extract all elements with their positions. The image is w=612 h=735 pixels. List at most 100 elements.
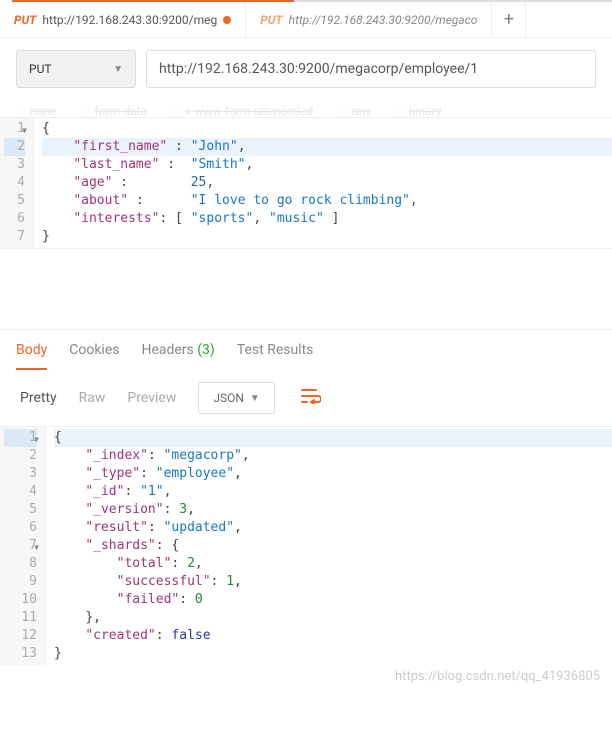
code-token: "megacorp" (164, 448, 242, 463)
code-line[interactable]: "successful": 1, (54, 573, 612, 591)
code-line[interactable]: "_shards": { (54, 537, 612, 555)
body-type-option[interactable]: form-data (80, 104, 147, 115)
code-token (54, 519, 85, 537)
chevron-down-icon: ▼ (113, 64, 123, 75)
code-token: } (42, 229, 50, 244)
code-line[interactable]: "about" : "I love to go rock climbing", (42, 192, 612, 210)
code-token: false (171, 628, 210, 643)
view-mode-raw[interactable]: Raw (75, 382, 110, 414)
code-token: , (238, 139, 246, 154)
code-line[interactable]: "_id": "1", (54, 483, 612, 501)
code-token (54, 591, 117, 609)
code-token: "_type" (85, 466, 140, 481)
code-area[interactable]: { "first_name" : "John", "last_name" : "… (34, 118, 612, 248)
code-token: : [ (159, 211, 190, 226)
code-token: "I love to go rock climbing" (191, 193, 410, 208)
editor-spacer (0, 249, 612, 329)
request-body-editor[interactable]: 1▼234567 { "first_name" : "John", "last_… (0, 118, 612, 249)
line-number: 9 (4, 573, 37, 591)
response-tab-body[interactable]: Body (16, 342, 47, 370)
response-tab-test-results[interactable]: Test Results (237, 342, 314, 370)
code-token: , (195, 556, 203, 571)
code-token: : (167, 139, 190, 154)
code-line[interactable]: "_index": "megacorp", (54, 447, 612, 465)
code-token: : (128, 193, 191, 208)
line-number: 13 (4, 645, 37, 663)
code-token: "result" (85, 520, 148, 535)
tab-method: PUT (14, 13, 36, 27)
line-number: 7▼ (4, 537, 37, 555)
code-token (54, 573, 117, 591)
code-token: { (42, 121, 50, 136)
code-line[interactable]: "first_name" : "John", (42, 138, 612, 156)
url-input[interactable]: http://192.168.243.30:9200/megacorp/empl… (146, 50, 596, 88)
code-token: }, (85, 610, 101, 625)
code-token (42, 174, 73, 192)
response-format-select[interactable]: JSON ▼ (198, 382, 274, 414)
format-label: JSON (213, 391, 244, 405)
code-line[interactable]: "failed": 0 (54, 591, 612, 609)
line-number: 3 (4, 156, 25, 174)
code-line[interactable]: "total": 2, (54, 555, 612, 573)
code-token: "failed" (117, 592, 180, 607)
view-mode-pretty[interactable]: Pretty (16, 382, 61, 414)
code-token (54, 627, 85, 645)
radio-icon (16, 107, 26, 117)
code-token: 3 (179, 502, 187, 517)
code-area[interactable]: { "_index": "megacorp", "_type": "employ… (46, 427, 612, 665)
code-line[interactable]: "interests": [ "sports", "music" ] (42, 210, 612, 228)
code-token: : (211, 574, 227, 589)
code-line[interactable]: { (42, 120, 612, 138)
code-line[interactable]: "_version": 3, (54, 501, 612, 519)
line-number: 2 (4, 447, 37, 465)
code-line[interactable]: "created": false (54, 627, 612, 645)
code-token: "_id" (85, 484, 124, 499)
code-token: ] (324, 211, 340, 226)
code-line[interactable]: }, (54, 609, 612, 627)
code-token (42, 192, 73, 210)
line-number: 8 (4, 555, 37, 573)
body-type-option[interactable]: x-www-form-urlencoded (171, 104, 313, 115)
code-token: , (164, 484, 172, 499)
code-token: : (148, 448, 164, 463)
line-number: 10 (4, 591, 37, 609)
add-tab-button[interactable]: + (492, 2, 526, 37)
code-token: 2 (187, 556, 195, 571)
view-mode-preview[interactable]: Preview (123, 382, 180, 414)
code-token: , (234, 466, 242, 481)
http-method-select[interactable]: PUT ▼ (16, 50, 136, 88)
code-line[interactable]: { (54, 429, 612, 447)
code-token: , (206, 175, 214, 190)
line-number: 3 (4, 465, 37, 483)
code-line[interactable]: } (42, 228, 612, 246)
request-tab[interactable]: PUThttp://192.168.243.30:9200/megaco (246, 2, 492, 37)
code-token: : (156, 628, 172, 643)
code-token (54, 537, 85, 555)
line-number: 12 (4, 627, 37, 645)
url-value: http://192.168.243.30:9200/megacorp/empl… (159, 61, 478, 77)
request-bar: PUT ▼ http://192.168.243.30:9200/megacor… (0, 38, 612, 100)
line-number: 2 (4, 138, 25, 156)
code-token: "Smith" (191, 157, 246, 172)
code-token: : (164, 502, 180, 517)
code-line[interactable]: } (54, 645, 612, 663)
body-type-option[interactable]: none (16, 104, 56, 115)
code-token: "first_name" (73, 139, 167, 154)
body-type-option[interactable]: raw (337, 104, 370, 115)
response-tab-headers[interactable]: Headers (3) (141, 342, 214, 370)
code-token (54, 465, 85, 483)
code-line[interactable]: "last_name" : "Smith", (42, 156, 612, 174)
code-token: , (234, 574, 242, 589)
code-line[interactable]: "age" : 25, (42, 174, 612, 192)
response-tab-cookies[interactable]: Cookies (69, 342, 119, 370)
wrap-lines-icon[interactable] (293, 384, 329, 413)
body-type-option[interactable]: binary (395, 104, 442, 115)
code-line[interactable]: "_type": "employee", (54, 465, 612, 483)
code-token: "updated" (164, 520, 234, 535)
line-number: 6 (4, 210, 25, 228)
code-line[interactable]: "result": "updated", (54, 519, 612, 537)
code-token: "_shards" (85, 538, 155, 553)
code-token: "about" (73, 193, 128, 208)
request-tab[interactable]: PUThttp://192.168.243.30:9200/meg (0, 2, 246, 37)
code-token: "1" (140, 484, 163, 499)
